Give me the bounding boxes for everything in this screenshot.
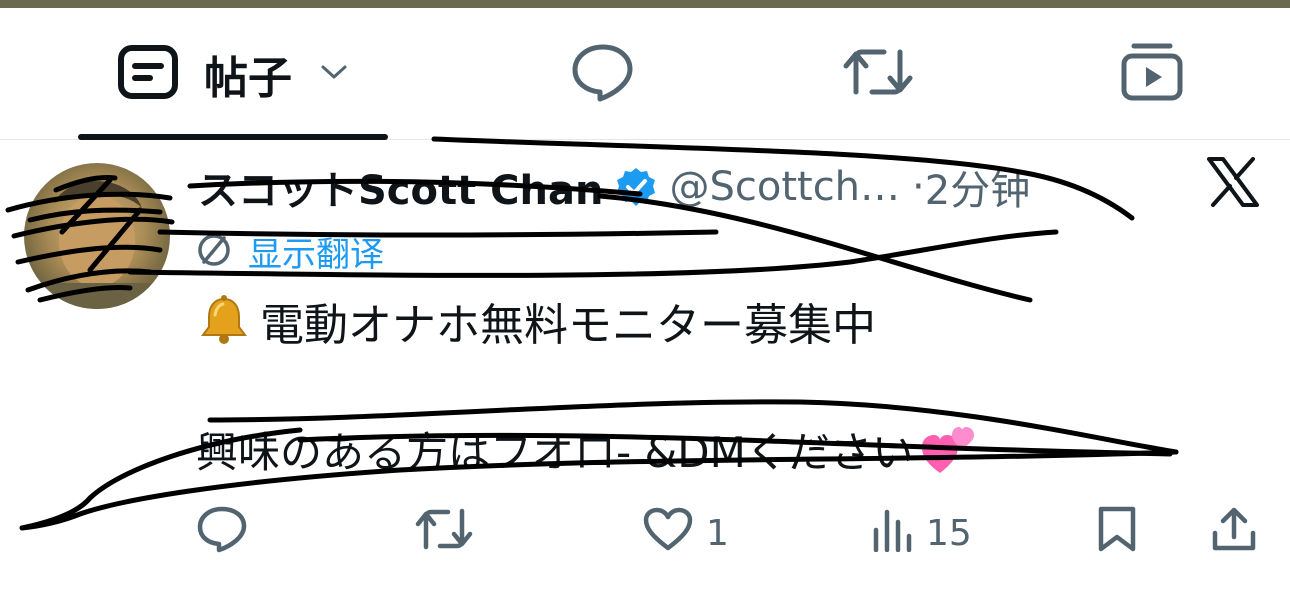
active-tab-indicator: [78, 134, 388, 140]
like-count: 1: [706, 512, 729, 554]
bookmark-button[interactable]: [1096, 505, 1138, 561]
bell-emoji-icon: [196, 293, 252, 349]
tab-posts-label: 帖子: [204, 53, 292, 104]
show-translation[interactable]: 显示翻译: [196, 227, 384, 276]
two-hearts-emoji-icon: [920, 423, 978, 477]
tweet[interactable]: スコットScott Chan @Scottch… · 2分钟 显示翻译 電動オナ…: [0, 141, 1290, 611]
timestamp[interactable]: 2分钟: [925, 158, 1030, 216]
share-upload-icon: [1210, 505, 1258, 562]
tab-reposts[interactable]: [828, 8, 928, 140]
dot-separator: ·: [912, 164, 925, 210]
tweet-text-line-1: 電動オナホ無料モニター募集中: [196, 289, 876, 353]
profile-tab-bar: 帖子: [0, 8, 1290, 140]
like-button[interactable]: 1: [642, 505, 729, 561]
repost-icon: [842, 44, 914, 104]
repost-action-icon: [414, 505, 474, 562]
tweet-text-line-2: 興味のある方はフオロ- &DMください: [196, 419, 978, 480]
display-name[interactable]: スコットScott Chan: [198, 158, 603, 216]
top-strip: [0, 0, 1290, 8]
views-button[interactable]: 15: [870, 505, 972, 561]
reply-bubble-icon: [570, 42, 636, 106]
tweet-text-1: 電動オナホ無料モニター募集中: [260, 300, 876, 351]
repost-button[interactable]: [414, 505, 474, 561]
reply-icon: [196, 505, 248, 562]
tab-media[interactable]: [1102, 8, 1202, 140]
show-translation-label: 显示翻译: [248, 235, 384, 275]
posts-icon: [118, 45, 178, 103]
x-logo-icon: [1207, 157, 1259, 207]
heart-icon: [642, 506, 694, 561]
views-count: 15: [926, 512, 972, 554]
tweet-text-2: 興味のある方はフオロ- &DMください: [196, 428, 914, 477]
bookmark-icon: [1096, 505, 1138, 562]
translate-globe-icon: [196, 232, 232, 272]
media-video-icon: [1120, 42, 1184, 106]
verified-badge-icon: [615, 166, 657, 208]
share-button[interactable]: [1210, 505, 1258, 561]
tab-replies[interactable]: [553, 8, 653, 140]
views-bar-chart-icon: [870, 506, 914, 561]
tweet-header: スコットScott Chan @Scottch… · 2分钟: [198, 157, 1030, 217]
reply-button[interactable]: [196, 505, 248, 561]
handle[interactable]: @Scottch…: [669, 164, 900, 210]
tab-posts[interactable]: 帖子: [78, 8, 388, 140]
chevron-down-icon[interactable]: [320, 63, 348, 85]
avatar[interactable]: [24, 163, 170, 309]
